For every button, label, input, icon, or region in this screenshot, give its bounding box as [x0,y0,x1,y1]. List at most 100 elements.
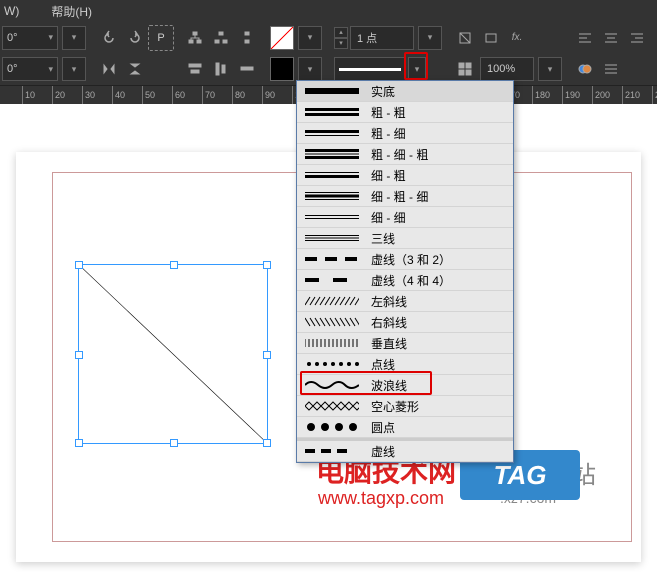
stroke-option-label: 虚线 [371,443,395,460]
stroke-option-label: 空心菱形 [371,398,419,415]
stroke-style-option-thick-thin[interactable]: 粗 - 细 [297,123,513,144]
stroke-preview-icon [305,316,359,328]
watermark-url: www.tagxp.com [318,488,444,509]
stroke-black-swatch[interactable] [270,57,294,81]
flip-h-icon[interactable] [96,56,122,82]
stroke-preview-icon [305,337,359,349]
fill-dd[interactable]: ▾ [298,26,322,50]
stroke-style-option-solid-thick[interactable]: 实底 [297,81,513,102]
stroke-dd[interactable]: ▾ [298,57,322,81]
angle-input-2[interactable]: 0°▾ [2,57,58,81]
stroke-option-label: 三线 [371,230,395,247]
stroke-style-option-thin-thick[interactable]: 细 - 粗 [297,165,513,186]
stroke-option-label: 细 - 细 [371,209,406,226]
grid-icon[interactable] [452,56,478,82]
hierarchy-icon-3[interactable] [234,25,260,51]
ruler-tick: 190 [562,86,580,104]
fx-icon[interactable]: fx. [504,25,530,51]
menu-bar: W) 帮助(H) [0,0,657,22]
align-left-icon[interactable] [572,25,598,51]
stroke-option-label: 左斜线 [371,293,407,310]
ruler-tick: 200 [592,86,610,104]
selection-box [78,264,268,444]
stroke-style-preview[interactable] [334,57,406,81]
zoom-dd[interactable]: ▾ [538,57,562,81]
stroke-style-option-thin-thin[interactable]: 细 - 细 [297,207,513,228]
resize-handle[interactable] [263,439,271,447]
stroke-style-option-bullets[interactable]: 圆点 [297,417,513,438]
resize-handle[interactable] [263,261,271,269]
stroke-preview-icon [305,400,359,412]
stroke-preview-icon [305,190,359,202]
stroke-style-option-dotted[interactable]: 点线 [297,354,513,375]
paragraph-icon: P [148,25,174,51]
ruler-tick: 50 [142,86,155,104]
stroke-preview-icon [305,445,359,457]
stroke-style-option-dash[interactable]: 虚线 [297,441,513,462]
stroke-style-option-diamond[interactable]: 空心菱形 [297,396,513,417]
resize-handle[interactable] [170,439,178,447]
angle-input-1[interactable]: 0°▾ [2,26,58,50]
stroke-option-label: 粗 - 细 - 粗 [371,146,428,163]
fill-none-swatch[interactable] [270,26,294,50]
rect-icon[interactable] [478,25,504,51]
stroke-option-label: 细 - 粗 [371,167,406,184]
color-theme-icon[interactable] [572,56,598,82]
ruler-tick: 60 [172,86,185,104]
stroke-option-label: 实底 [371,83,395,100]
stroke-style-option-thin-thick-thin[interactable]: 细 - 粗 - 细 [297,186,513,207]
rotate-cw-icon[interactable] [122,25,148,51]
angle-dd-2[interactable]: ▾ [62,57,86,81]
stroke-preview-icon [305,274,359,286]
angle-dd-1[interactable]: ▾ [62,26,86,50]
stroke-style-option-hatch-left[interactable]: 左斜线 [297,291,513,312]
stroke-option-label: 粗 - 粗 [371,104,406,121]
hierarchy-icon-1[interactable] [182,25,208,51]
ruler-tick: 80 [232,86,245,104]
ruler-tick: 210 [622,86,640,104]
stroke-style-option-hatch-right[interactable]: 右斜线 [297,312,513,333]
stroke-style-option-triple[interactable]: 三线 [297,228,513,249]
menu-window[interactable]: W) [4,4,35,18]
align-center-icon[interactable] [598,25,624,51]
flip-v-icon[interactable] [122,56,148,82]
stroke-preview-icon [305,169,359,181]
main-toolbar: 0°▾ ▾ 0°▾ ▾ P [0,22,657,86]
stroke-preview-icon [305,358,359,370]
frame-icon[interactable] [452,25,478,51]
stroke-style-option-hatch-vert[interactable]: 垂直线 [297,333,513,354]
stroke-option-label: 右斜线 [371,314,407,331]
hierarchy-icon-2[interactable] [208,25,234,51]
resize-handle[interactable] [170,261,178,269]
stroke-width-spinner[interactable]: ▴▾ [334,27,348,49]
zoom-input[interactable]: 100% [480,57,534,81]
ruler-tick: 10 [22,86,35,104]
align-icon-1[interactable] [182,56,208,82]
stroke-style-option-dash-4-4[interactable]: 虚线（4 和 4） [297,270,513,291]
stroke-style-option-wavy[interactable]: 波浪线 [297,375,513,396]
rotate-ccw-icon[interactable] [96,25,122,51]
stroke-width-input[interactable]: 1 点 [350,26,414,50]
align-right-icon[interactable] [624,25,650,51]
stroke-style-option-thick-thin-thick[interactable]: 粗 - 细 - 粗 [297,144,513,165]
ruler-tick: 70 [202,86,215,104]
align-icon-3[interactable] [234,56,260,82]
stroke-style-option-dash-3-2[interactable]: 虚线（3 和 2） [297,249,513,270]
stroke-style-dropdown: 实底粗 - 粗粗 - 细粗 - 细 - 粗细 - 粗细 - 粗 - 细细 - 细… [296,80,514,463]
ruler-tick: 40 [112,86,125,104]
stroke-style-option-thick-thick[interactable]: 粗 - 粗 [297,102,513,123]
ruler-tick: 220 [652,86,657,104]
stroke-style-dropdown-button[interactable]: ▾ [408,57,426,81]
resize-handle[interactable] [263,351,271,359]
menu-help[interactable]: 帮助(H) [51,3,92,20]
stroke-width-dd[interactable]: ▾ [418,26,442,50]
align-icon-2[interactable] [208,56,234,82]
ruler-tick: 180 [532,86,550,104]
resize-handle[interactable] [75,439,83,447]
stroke-option-label: 垂直线 [371,335,407,352]
resize-handle[interactable] [75,261,83,269]
resize-handle[interactable] [75,351,83,359]
justify-icon[interactable] [598,56,624,82]
ruler-tick: 90 [262,86,275,104]
stroke-option-label: 圆点 [371,419,395,436]
